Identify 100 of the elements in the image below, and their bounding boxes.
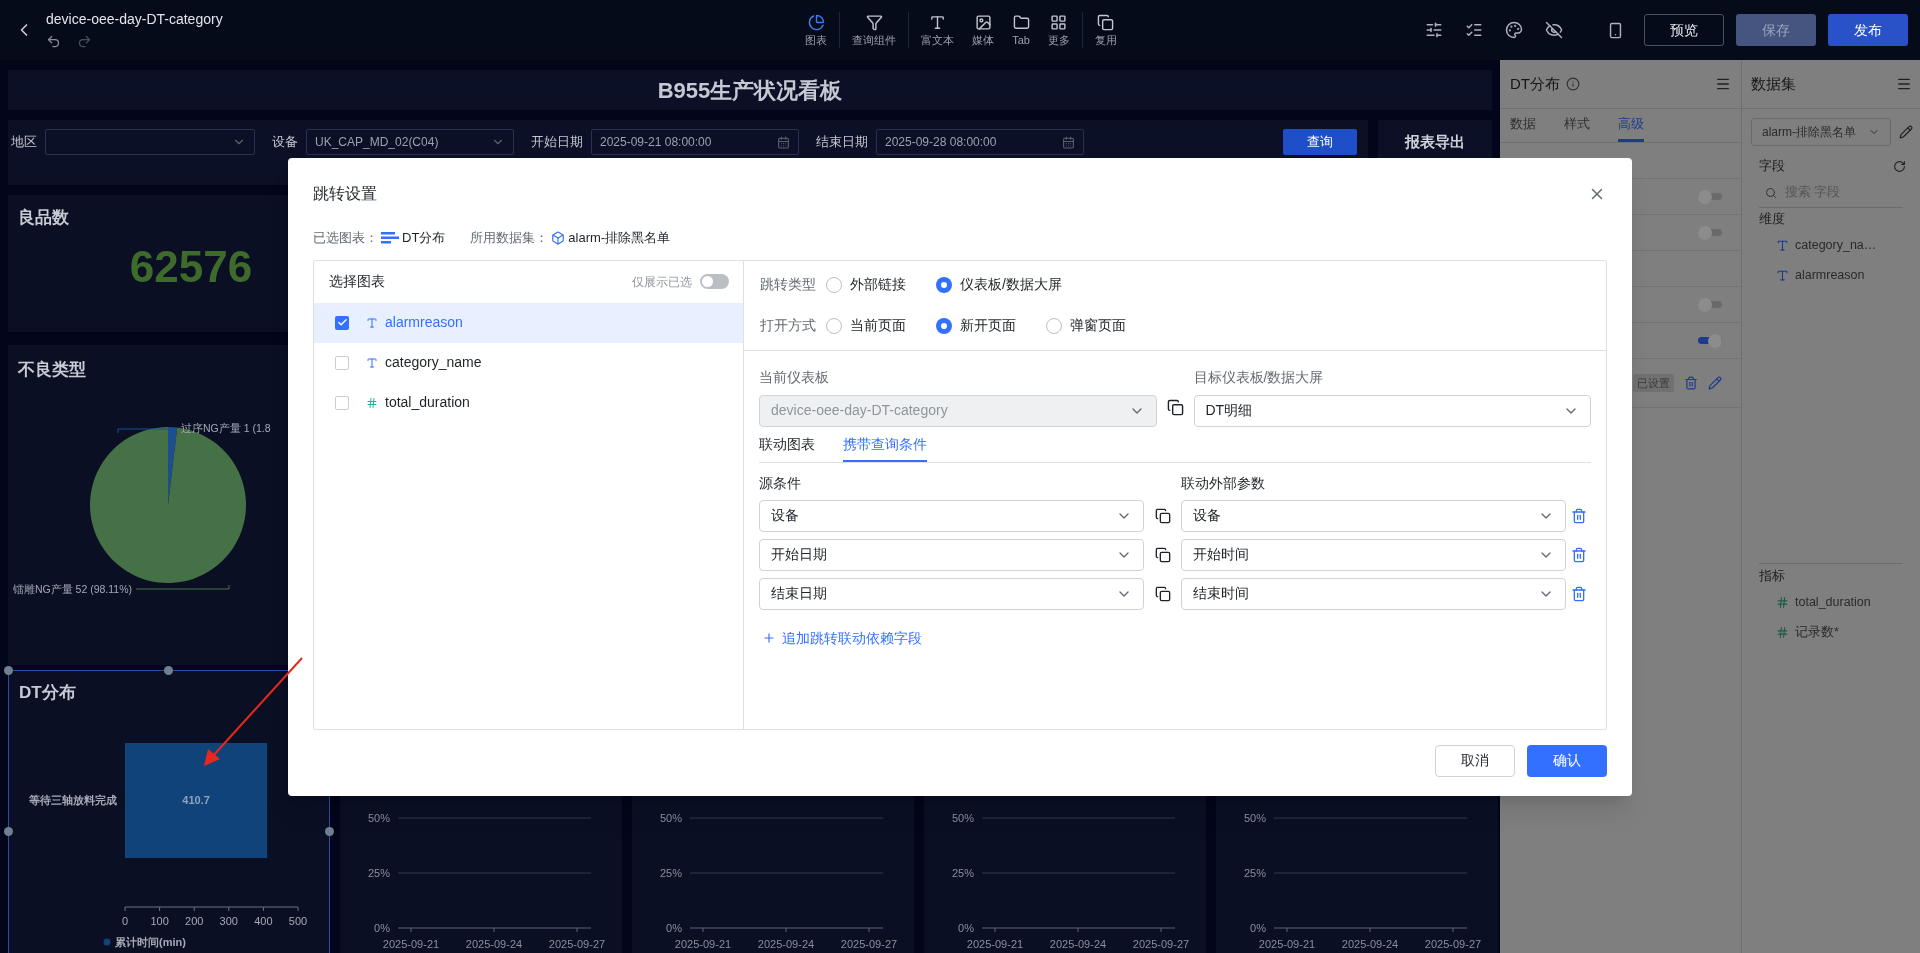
info-label: 已选图表： [313,229,378,247]
axis-tick-label: 0% [958,922,974,934]
target-select[interactable]: 开始时间 [1181,538,1566,571]
field-name: total_duration [385,393,470,412]
axis-tick-label: 2025-09-27 [840,938,898,950]
dialog-button[interactable]: 取消 [1435,744,1515,777]
filter-label: 开始日期 [531,133,583,152]
selected-chart-name: DT分布 [402,229,446,247]
panel-title: DT分布 [1510,73,1560,94]
dialog-title: 跳转设置 [313,184,377,204]
board-title: B955生产状况看板 [657,76,843,105]
axis-tick-label: 2025-09-27 [1424,938,1482,950]
axis-tick-label: 300 [219,915,238,927]
axis-tick-label: 0% [374,922,390,934]
filter-label: 设备 [272,133,298,152]
query-button[interactable]: 查询 [1283,129,1357,155]
toolbar-button[interactable]: 媒体 [963,14,1004,46]
panel-tab[interactable]: 样式 [1564,113,1590,142]
dialog-tab[interactable]: 携带查询条件 [843,433,927,462]
field-label: 目标仪表板/数据大屏 [1193,367,1325,387]
axis-tick-label: 2025-09-24 [757,938,815,950]
toolbar-button[interactable]: Tab [1003,14,1039,46]
section-label: 维度 [1758,210,1786,228]
axis-tick-label: 2025-09-24 [1341,938,1399,950]
dataset-name: alarm-排除黑名单 [568,229,671,247]
axis-tick-label: 50% [367,812,390,824]
axis-tick-label: 2025-09-24 [1049,938,1107,950]
kpi-value: 62576 [129,244,253,289]
axis-tick-label: 2025-09-21 [966,938,1024,950]
axis-tick-label: 2025-09-24 [465,938,523,950]
filter-label: 仅展示已选 [632,273,692,291]
card-title: 良品数 [18,207,70,229]
source-select[interactable]: 开始日期 [759,538,1144,571]
toolbar-button[interactable]: 图表 [796,14,837,46]
dialog-button[interactable]: 确认 [1527,744,1607,777]
dataset-select[interactable]: alarm-排除黑名单 [1751,118,1891,146]
date-field[interactable]: 2025-09-21 08:00:00 [591,129,799,155]
field-item[interactable]: 记录数* [1795,622,1839,642]
radio-label[interactable]: 弹窗页面 [1070,315,1126,336]
axis-tick-label: 2025-09-21 [382,938,440,950]
action-button[interactable]: 发布 [1828,14,1908,46]
slice-label: 镭雕NG产量 52 (98.11%) [12,583,132,595]
filter-label: 地区 [11,133,37,152]
category-label: 等待三轴放料完成 [29,794,117,806]
legend-label: 累计时间(min) [115,936,186,948]
toolbar-button[interactable]: 富文本 [912,14,964,46]
date-field[interactable]: 2025-09-28 08:00:00 [876,129,1084,155]
axis-tick-label: 2025-09-21 [674,938,732,950]
select-field[interactable]: UK_CAP_MD_02(C04) [306,129,514,155]
axis-tick-label: 0% [666,922,682,934]
radio-label[interactable]: 当前页面 [850,315,906,336]
target-select[interactable]: 结束时间 [1181,577,1566,610]
chart-field-row[interactable]: alarmreason [314,302,743,343]
section-label: 字段 [1759,157,1785,176]
axis-tick-label: 2025-09-21 [1258,938,1316,950]
axis-tick-label: 50% [659,812,682,824]
field-item[interactable]: category_na… [1795,236,1877,255]
card-title: 不良类型 [17,359,87,381]
option-label: 跳转类型 [760,275,817,294]
axis-tick-label: 50% [951,812,974,824]
action-button[interactable]: 预览 [1644,14,1724,46]
radio-label[interactable]: 外部链接 [850,274,906,295]
info-label: 所用数据集： [470,229,549,247]
toolbar-button[interactable]: 复用 [1085,14,1126,46]
column-heading: 源条件 [759,473,802,493]
filter-label: 结束日期 [816,133,868,152]
field-item[interactable]: alarmreason [1795,266,1865,285]
axis-tick-label: 25% [659,867,682,879]
toolbar-button[interactable]: 更多 [1038,14,1079,46]
add-field-link[interactable]: 追加跳转联动依赖字段 [759,627,922,649]
radio-label[interactable]: 仪表板/数据大屏 [960,274,1062,295]
dashboard-title: device-oee-day-DT-category [46,11,223,26]
axis-tick-label: 25% [1243,867,1266,879]
column-heading: 联动外部参数 [1181,473,1266,493]
panel-title: 数据集 [1751,73,1796,94]
list-title: 选择图表 [329,272,385,291]
axis-tick-label: 0 [121,915,129,927]
source-select[interactable]: 设备 [759,499,1144,532]
field-item[interactable]: total_duration [1795,592,1871,612]
toolbar-button[interactable]: 查询组件 [843,14,906,46]
section-label: 指标 [1758,566,1786,585]
axis-tick-label: 100 [150,915,169,927]
target-select[interactable]: 设备 [1181,499,1566,532]
field-label: 当前仪表板 [759,367,830,387]
dialog-tab[interactable]: 联动图表 [759,433,815,462]
field-name: category_name [385,353,482,372]
board-select[interactable]: DT明细 [1193,394,1591,427]
axis-tick-label: 25% [367,867,390,879]
axis-tick-label: 50% [1243,812,1266,824]
field-name: alarmreason [385,313,463,332]
panel-tab[interactable]: 数据 [1510,113,1536,142]
radio-label[interactable]: 新开页面 [960,315,1016,336]
axis-tick-label: 400 [254,915,273,927]
bar-value: 410.7 [182,794,210,806]
axis-tick-label: 0% [1250,922,1266,934]
source-select[interactable]: 结束日期 [759,577,1144,610]
card-title: DT分布 [18,682,77,704]
option-label: 打开方式 [760,316,817,335]
axis-tick-label: 2025-09-27 [1132,938,1190,950]
axis-tick-label: 500 [288,915,308,927]
